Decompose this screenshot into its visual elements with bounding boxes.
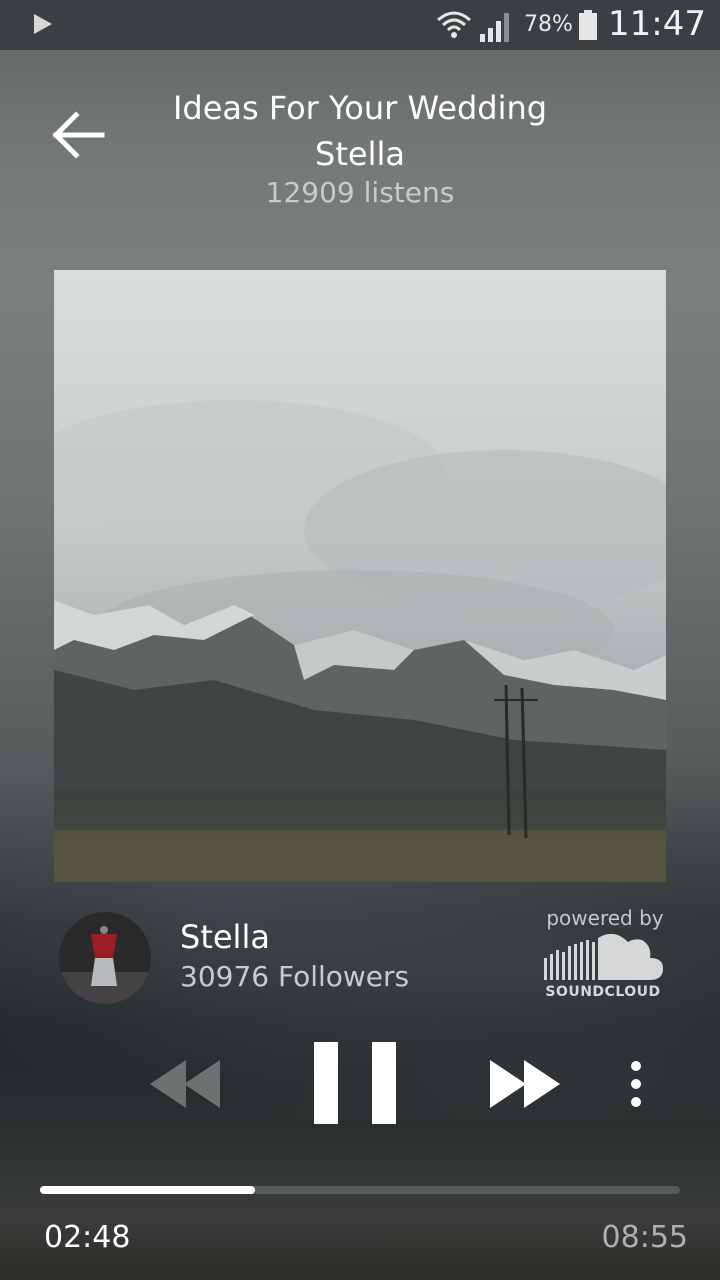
seek-bar[interactable] <box>40 1186 680 1194</box>
battery-icon <box>579 10 597 40</box>
seek-bar-progress <box>40 1186 256 1194</box>
current-time: 02:48 <box>44 1220 131 1255</box>
track-title: Ideas For Your Wedding <box>172 89 548 127</box>
user-name[interactable]: Stella <box>180 918 270 956</box>
avatar[interactable] <box>59 912 151 1004</box>
follower-count: 30976 Followers <box>180 960 410 993</box>
wifi-icon <box>437 11 471 38</box>
album-artwork <box>54 270 666 882</box>
pause-icon[interactable] <box>314 1042 396 1124</box>
rewind-icon[interactable] <box>150 1060 222 1108</box>
powered-by-label: powered by <box>546 906 664 930</box>
signal-icon <box>480 13 509 42</box>
soundcloud-wordmark: SOUNDCLOUD <box>545 984 661 1000</box>
soundcloud-logo-icon[interactable] <box>542 930 664 986</box>
track-artist: Stella <box>315 135 405 173</box>
total-time: 08:55 <box>601 1220 688 1255</box>
listen-count: 12909 listens <box>265 176 455 209</box>
fast-forward-icon[interactable] <box>490 1060 562 1108</box>
status-bar: 78% 11:47 <box>0 0 720 50</box>
play-indicator-icon <box>34 14 52 34</box>
clock: 11:47 <box>608 4 706 44</box>
battery-percentage: 78% <box>524 12 573 37</box>
more-vertical-icon[interactable] <box>624 1060 648 1108</box>
